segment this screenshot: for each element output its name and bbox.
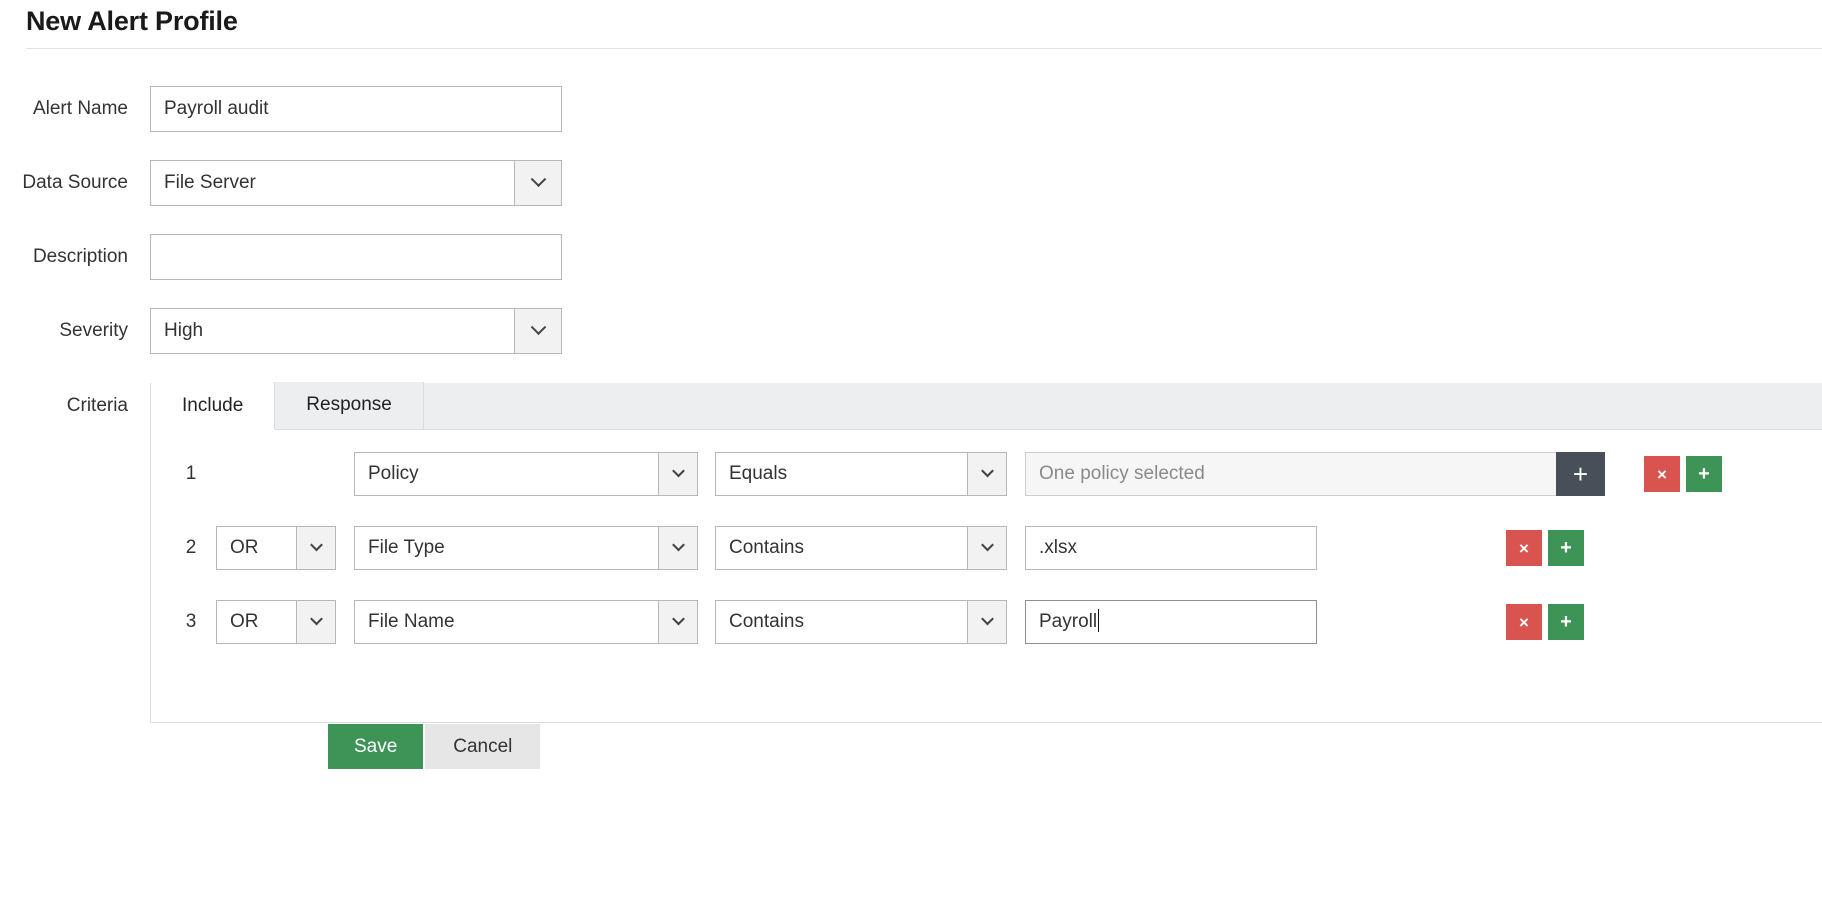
chevron-down-icon[interactable] <box>514 160 562 206</box>
data-source-label: Data Source <box>0 160 128 206</box>
severity-value: High <box>150 308 514 354</box>
row-number: 2 <box>178 526 204 570</box>
close-icon: × <box>1519 614 1529 631</box>
form-row-alert-name: Alert Name Payroll audit <box>0 86 1822 132</box>
chevron-down-icon[interactable] <box>967 600 1007 644</box>
row3-field-select[interactable]: File Name <box>354 600 698 644</box>
plus-icon: + <box>1560 612 1572 632</box>
form-row-severity: Severity High <box>0 308 1822 354</box>
row2-conjunction-select[interactable]: OR <box>216 526 336 570</box>
chevron-down-icon[interactable] <box>658 526 698 570</box>
alert-name-input[interactable]: Payroll audit <box>150 86 562 132</box>
row1-policy-value: One policy selected <box>1025 452 1556 496</box>
description-input[interactable] <box>150 234 562 280</box>
chevron-down-icon[interactable] <box>514 308 562 354</box>
form-row-description: Description <box>0 234 1822 280</box>
row3-add-button[interactable]: + <box>1548 604 1584 640</box>
criteria-label: Criteria <box>0 383 128 429</box>
close-icon: × <box>1657 466 1667 483</box>
alert-name-label: Alert Name <box>0 86 128 132</box>
plus-icon: + <box>1573 461 1588 487</box>
row-number: 3 <box>178 600 204 644</box>
criteria-panel: Include Response 1 Policy Equals One pol… <box>150 383 1822 723</box>
row2-operator-value: Contains <box>715 526 967 570</box>
row3-conjunction-select[interactable]: OR <box>216 600 336 644</box>
text-cursor <box>1098 609 1099 632</box>
tab-include[interactable]: Include <box>151 382 275 430</box>
chevron-down-icon[interactable] <box>967 526 1007 570</box>
severity-select[interactable]: High <box>150 308 562 354</box>
row2-delete-button[interactable]: × <box>1506 530 1542 566</box>
chevron-down-icon[interactable] <box>658 600 698 644</box>
row3-delete-button[interactable]: × <box>1506 604 1542 640</box>
page-header: New Alert Profile <box>0 0 1822 50</box>
form-row-data-source: Data Source File Server <box>0 160 1822 206</box>
footer-buttons: Save Cancel <box>328 724 540 769</box>
row1-operator-select[interactable]: Equals <box>715 452 1007 496</box>
chevron-down-icon[interactable] <box>296 526 336 570</box>
chevron-down-icon[interactable] <box>296 600 336 644</box>
row-number: 1 <box>178 452 204 496</box>
cancel-button[interactable]: Cancel <box>425 724 540 769</box>
row2-field-select[interactable]: File Type <box>354 526 698 570</box>
row3-operator-select[interactable]: Contains <box>715 600 1007 644</box>
row1-field-value: Policy <box>354 452 658 496</box>
data-source-value: File Server <box>150 160 514 206</box>
row3-operator-value: Contains <box>715 600 967 644</box>
severity-label: Severity <box>0 308 128 354</box>
row2-field-value: File Type <box>354 526 658 570</box>
row2-value-input[interactable]: .xlsx <box>1025 526 1317 570</box>
row1-policy-picker[interactable]: One policy selected + <box>1025 452 1605 496</box>
save-button[interactable]: Save <box>328 724 423 769</box>
description-label: Description <box>0 234 128 280</box>
add-policy-button[interactable]: + <box>1556 452 1605 496</box>
plus-icon: + <box>1560 538 1572 558</box>
tab-response[interactable]: Response <box>275 382 424 429</box>
row1-field-select[interactable]: Policy <box>354 452 698 496</box>
row3-field-value: File Name <box>354 600 658 644</box>
row2-add-button[interactable]: + <box>1548 530 1584 566</box>
criteria-tabstrip: Include Response <box>151 383 1822 430</box>
row2-operator-select[interactable]: Contains <box>715 526 1007 570</box>
row1-delete-button[interactable]: × <box>1644 456 1680 492</box>
row2-conjunction-value: OR <box>216 526 296 570</box>
data-source-select[interactable]: File Server <box>150 160 562 206</box>
chevron-down-icon[interactable] <box>658 452 698 496</box>
new-alert-profile-page: New Alert Profile Alert Name Payroll aud… <box>0 0 1822 910</box>
header-divider <box>26 48 1822 49</box>
close-icon: × <box>1519 540 1529 557</box>
page-title: New Alert Profile <box>26 6 238 37</box>
row3-conjunction-value: OR <box>216 600 296 644</box>
row3-value-input[interactable]: Payroll <box>1025 600 1317 644</box>
row1-add-button[interactable]: + <box>1686 456 1722 492</box>
row3-value-text: Payroll <box>1039 611 1097 632</box>
plus-icon: + <box>1698 464 1710 484</box>
chevron-down-icon[interactable] <box>967 452 1007 496</box>
row1-operator-value: Equals <box>715 452 967 496</box>
